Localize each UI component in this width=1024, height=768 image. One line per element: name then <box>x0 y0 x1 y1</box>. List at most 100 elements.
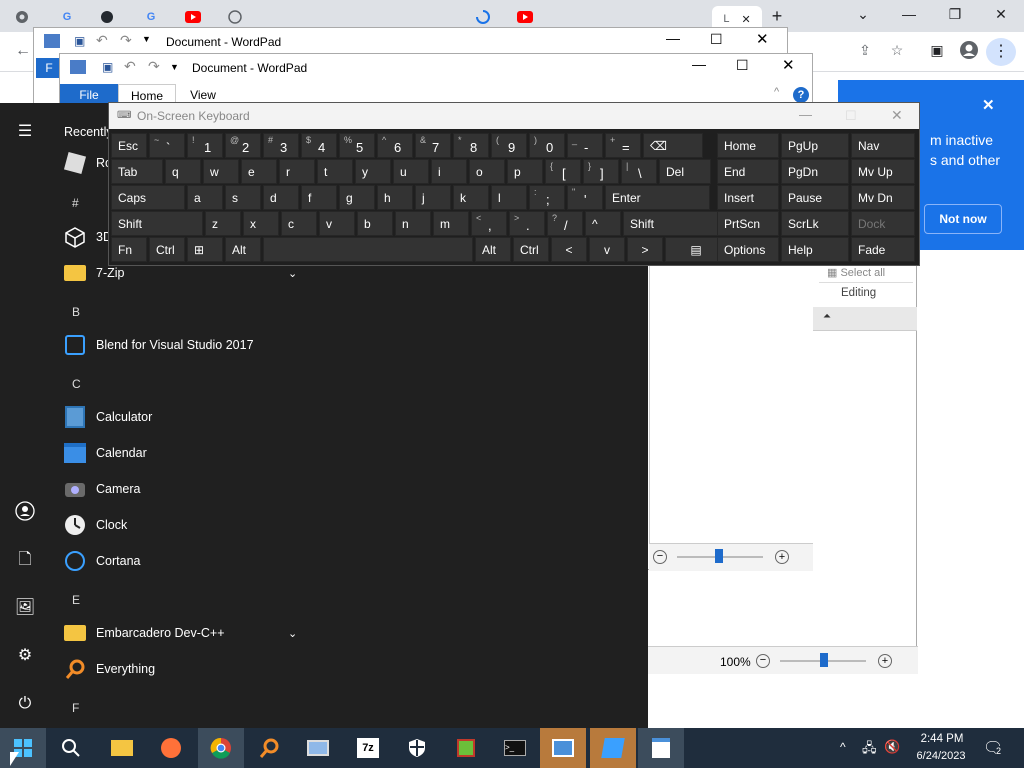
key[interactable]: ) 0 <box>529 133 565 158</box>
settings-gear-icon[interactable]: ⚙ <box>14 645 36 667</box>
key-fade[interactable]: Fade <box>851 237 915 262</box>
key[interactable]: w <box>203 159 239 184</box>
key-insert[interactable]: Insert <box>717 185 779 210</box>
visual-studio-icon[interactable] <box>590 728 636 768</box>
ruler-indent-marker[interactable]: ⏶ <box>823 311 831 322</box>
power-icon[interactable]: ⏻ <box>14 693 36 715</box>
clock-date[interactable]: 6/24/2023 <box>910 750 972 762</box>
select-all-button[interactable]: ▦ Select all <box>827 266 885 279</box>
hamburger-menu-icon[interactable]: ☰ <box>14 121 36 143</box>
key[interactable]: + = <box>605 133 641 158</box>
loading-icon[interactable] <box>472 6 494 28</box>
section-letter[interactable]: F <box>72 701 79 715</box>
section-letter[interactable]: E <box>72 593 80 607</box>
key-mv-up[interactable]: Mv Up <box>851 159 915 184</box>
key[interactable]: ! 1 <box>187 133 223 158</box>
key[interactable]: #3 <box>263 133 299 158</box>
windows-logo-key[interactable]: ⊞ <box>187 237 223 262</box>
key[interactable]: o <box>469 159 505 184</box>
security-shield-icon[interactable] <box>394 728 440 768</box>
redo-icon[interactable]: ↷ <box>148 58 160 75</box>
key[interactable]: (9 <box>491 133 527 158</box>
key[interactable]: c <box>281 211 317 236</box>
zoom-slider-thumb[interactable] <box>820 653 828 667</box>
popup-close-icon[interactable]: ✕ <box>982 96 995 114</box>
key[interactable]: <, <box>471 211 507 236</box>
dev-cpp-icon[interactable] <box>443 728 489 768</box>
key[interactable]: d <box>263 185 299 210</box>
key[interactable]: q <box>165 159 201 184</box>
menu-dots-icon[interactable]: ⋮ <box>986 38 1016 66</box>
key[interactable]: x <box>243 211 279 236</box>
undo-icon[interactable]: ↶ <box>96 32 108 49</box>
app-item-embarcadero-folder[interactable]: Embarcadero Dev-C++ ⌄ <box>62 616 302 650</box>
key[interactable]: u <box>393 159 429 184</box>
tab-close-icon[interactable]: ✕ <box>741 13 750 26</box>
key[interactable]: t <box>317 159 353 184</box>
key[interactable]: ? / <box>547 211 583 236</box>
key-delete[interactable]: Del <box>659 159 711 184</box>
user-account-icon[interactable] <box>14 501 36 523</box>
key[interactable]: % 5 <box>339 133 375 158</box>
key-nav[interactable]: Nav <box>851 133 915 158</box>
app-item-blend[interactable]: Blend for Visual Studio 2017 <box>62 328 254 362</box>
side-panel-icon[interactable]: ▣ <box>922 42 952 59</box>
key[interactable]: a <box>187 185 223 210</box>
app-item-calculator[interactable]: Calculator <box>62 400 152 434</box>
app-item-everything[interactable]: Everything <box>62 652 155 686</box>
chrome-icon[interactable] <box>10 6 34 28</box>
search-icon[interactable] <box>48 728 94 768</box>
section-letter[interactable]: C <box>72 377 81 391</box>
chevron-down-icon[interactable]: ⌄ <box>848 6 878 23</box>
collapse-ribbon-icon[interactable]: ^ <box>774 86 779 98</box>
save-icon[interactable]: ▣ <box>102 60 113 74</box>
terminal-icon[interactable]: >_ <box>492 728 538 768</box>
firefox-icon[interactable] <box>148 728 194 768</box>
key[interactable]: e <box>241 159 277 184</box>
key[interactable]: y <box>355 159 391 184</box>
profile-avatar[interactable] <box>954 40 984 63</box>
key[interactable]: f <box>301 185 337 210</box>
key[interactable]: | \ <box>621 159 657 184</box>
key-shift-left[interactable]: Shift <box>111 211 203 236</box>
key[interactable]: n <box>395 211 431 236</box>
app-item-camera[interactable]: Camera <box>62 472 140 506</box>
key[interactable]: i <box>431 159 467 184</box>
zoom-slider-thumb[interactable] <box>715 549 723 563</box>
wordpad-icon[interactable] <box>638 728 684 768</box>
save-icon[interactable]: ▣ <box>74 34 85 48</box>
section-letter[interactable]: B <box>72 305 80 319</box>
minimize-button[interactable]: — <box>894 6 924 22</box>
undo-icon[interactable]: ↶ <box>124 58 136 75</box>
key-mv-dn[interactable]: Mv Dn <box>851 185 915 210</box>
share-icon[interactable]: ⇪ <box>850 42 880 59</box>
key[interactable]: l <box>491 185 527 210</box>
maximize-button[interactable]: ☐ <box>845 108 857 124</box>
app-item-cortana[interactable]: Cortana <box>62 544 140 578</box>
help-icon[interactable]: ? <box>793 87 809 103</box>
7zip-icon[interactable]: 7z <box>345 728 391 768</box>
key[interactable]: k <box>453 185 489 210</box>
key-caps[interactable]: Caps <box>111 185 185 210</box>
key[interactable]: z <box>205 211 241 236</box>
quick-access-dropdown-icon[interactable]: ▼ <box>170 62 179 72</box>
google-icon[interactable]: G <box>56 6 78 28</box>
youtube-icon[interactable] <box>182 6 204 28</box>
key[interactable]: @2 <box>225 133 261 158</box>
key-pgdn[interactable]: PgDn <box>781 159 849 184</box>
maximize-button[interactable]: ☐ <box>736 57 749 74</box>
restore-button[interactable]: ❐ <box>940 6 970 23</box>
key-help[interactable]: Help <box>781 237 849 262</box>
chevron-down-icon[interactable]: ⌄ <box>288 267 297 280</box>
key-fn[interactable]: Fn <box>111 237 147 262</box>
key-scrlk[interactable]: ScrLk <box>781 211 849 236</box>
key-space[interactable] <box>263 237 473 262</box>
zoom-out-button[interactable]: − <box>756 654 770 668</box>
key[interactable]: h <box>377 185 413 210</box>
minimize-button[interactable]: — <box>799 107 812 122</box>
key-home[interactable]: Home <box>717 133 779 158</box>
key[interactable]: p <box>507 159 543 184</box>
key[interactable]: >. <box>509 211 545 236</box>
key-alt[interactable]: Alt <box>475 237 511 262</box>
zoom-out-button[interactable]: − <box>653 550 667 564</box>
